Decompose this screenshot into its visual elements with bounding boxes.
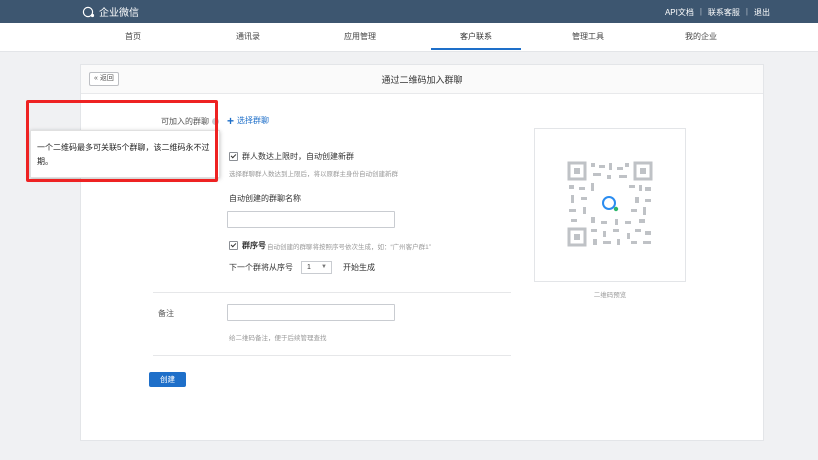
- app-name: 企业微信: [99, 8, 139, 19]
- next-serial-suffix: 开始生成: [343, 263, 375, 272]
- serial-label: 群序号: [242, 241, 266, 250]
- tab-app-management[interactable]: 应用管理: [315, 23, 405, 50]
- checkbox-checked-icon: [229, 241, 238, 250]
- remark-hint: 给二维码备注，便于后续管理查找: [229, 335, 327, 342]
- qr-caption: 二维码预览: [593, 292, 627, 299]
- card-header: « 返回 通过二维码加入群聊: [81, 65, 763, 94]
- remark-label: 备注: [158, 309, 174, 318]
- app-logo[interactable]: 企业微信: [82, 4, 139, 19]
- plus-icon: +: [227, 113, 235, 128]
- tab-contacts[interactable]: 通讯录: [203, 23, 293, 50]
- auto-create-hint: 选择群聊群人数达到上限后，将以原群主身份自动创建新群: [229, 171, 398, 178]
- select-group-label: 选择群聊: [237, 116, 270, 125]
- contact-support-link[interactable]: 联系客服: [708, 7, 740, 18]
- next-serial-value: 1: [307, 264, 311, 271]
- top-bar: 企业微信 API文档 | 联系客服 | 退出: [0, 0, 818, 23]
- groups-label: 可加入的群聊: [161, 117, 209, 126]
- info-icon[interactable]: [212, 118, 219, 125]
- divider: [153, 355, 511, 356]
- create-button[interactable]: 创建: [149, 372, 186, 387]
- tab-customer-contact[interactable]: 客户联系: [431, 23, 521, 50]
- main-nav: 首页 通讯录 应用管理 客户联系 管理工具 我的企业: [0, 23, 818, 52]
- divider: |: [699, 7, 702, 16]
- auto-create-checkbox[interactable]: 群人数达上限时，自动创建新群: [229, 151, 354, 162]
- next-serial-prefix: 下一个群将从序号: [229, 263, 293, 272]
- tooltip-text: 一个二维码最多可关联5个群聊，该二维码永不过期。: [37, 143, 210, 166]
- divider: [153, 292, 511, 293]
- qr-code-icon: [567, 161, 653, 247]
- top-links: API文档 | 联系客服 | 退出: [665, 7, 770, 18]
- group-name-input[interactable]: [227, 211, 395, 228]
- logout-link[interactable]: 退出: [754, 7, 770, 18]
- auto-create-label: 群人数达上限时，自动创建新群: [242, 152, 354, 161]
- wecom-logo-icon: [82, 6, 95, 17]
- tab-management-tools[interactable]: 管理工具: [543, 23, 633, 50]
- groups-label-row: 可加入的群聊: [120, 116, 219, 127]
- remark-input[interactable]: [227, 304, 395, 321]
- tab-my-company[interactable]: 我的企业: [656, 23, 746, 50]
- checkbox-checked-icon: [229, 152, 238, 161]
- next-serial-select[interactable]: 1 ▼: [301, 261, 332, 274]
- chevron-down-icon: ▼: [321, 264, 327, 270]
- serial-hint: 自动创建的群聊将按照序号依次生成，如：“广州客户群1”: [267, 243, 431, 251]
- page-title: 通过二维码加入群聊: [381, 75, 463, 85]
- tab-home[interactable]: 首页: [88, 23, 178, 50]
- select-group-link[interactable]: + 选择群聊: [227, 113, 270, 128]
- serial-checkbox[interactable]: 群序号 自动创建的群聊将按照序号依次生成，如：“广州客户群1”: [229, 240, 431, 251]
- divider: |: [745, 7, 748, 16]
- info-tooltip: 一个二维码最多可关联5个群聊，该二维码永不过期。: [30, 130, 220, 178]
- qr-preview: [534, 128, 686, 282]
- api-docs-link[interactable]: API文档: [665, 7, 694, 18]
- group-name-label: 自动创建的群聊名称: [229, 194, 301, 203]
